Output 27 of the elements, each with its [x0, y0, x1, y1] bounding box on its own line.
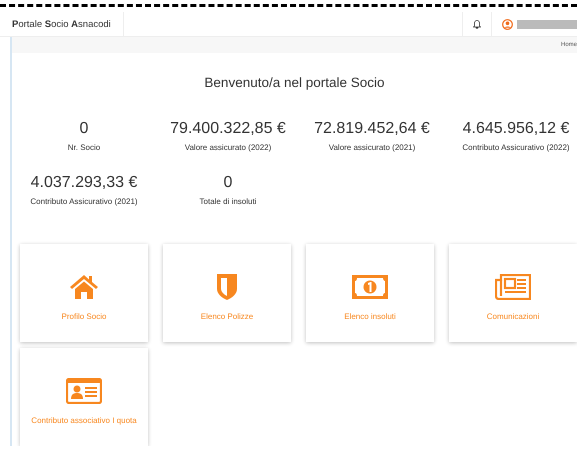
- stat-value: 4.645.956,12 €: [462, 120, 570, 138]
- bell-icon[interactable]: [473, 20, 481, 28]
- banknote-icon: [352, 274, 388, 298]
- stat-label: Contributo Assicurativo (2022): [462, 143, 570, 152]
- stat-label: Contributo Assicurativo (2021): [30, 197, 138, 206]
- newspaper-icon: [495, 274, 531, 300]
- stat-label: Valore assicurato (2022): [184, 143, 272, 152]
- menu-card[interactable]: Contributo associativo I quota: [20, 348, 148, 446]
- menu-card[interactable]: Profilo Socio: [20, 244, 148, 342]
- stat-value: 0: [80, 120, 88, 138]
- menu-card[interactable]: Comunicazioni: [449, 244, 577, 342]
- stat-label: Totale di insoluti: [200, 197, 256, 206]
- stat-label: Valore assicurato (2021): [328, 143, 416, 152]
- stat-label: Nr. Socio: [68, 143, 100, 152]
- user-avatar-icon[interactable]: [502, 18, 513, 30]
- menu-card[interactable]: Elenco insoluti: [306, 244, 434, 342]
- stat-value: 79.400.322,85 €: [170, 120, 286, 138]
- welcome-title: Benvenuto/a nel portale Socio: [203, 74, 386, 90]
- redacted-user-name: [517, 20, 577, 28]
- stat-value: 0: [224, 174, 232, 192]
- stat-value: 72.819.452,64 €: [314, 120, 430, 138]
- shield-icon: [216, 272, 238, 300]
- stat-value: 4.037.293,33 €: [30, 174, 138, 192]
- id-card-icon: [66, 378, 102, 404]
- brand-title: Portale Socio Asnacodi: [12, 18, 111, 30]
- house-icon: [68, 274, 99, 300]
- menu-card[interactable]: Elenco Polizze: [163, 244, 291, 342]
